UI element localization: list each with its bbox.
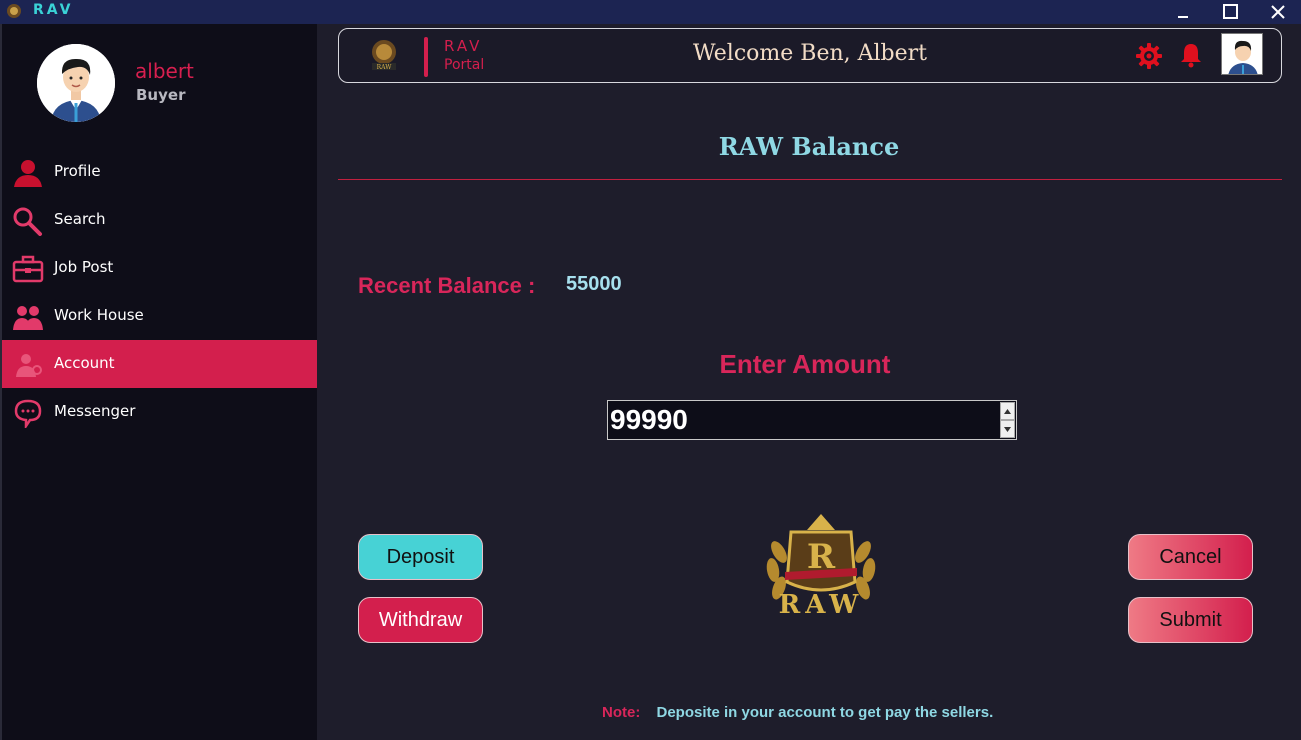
close-button[interactable] xyxy=(1255,0,1301,24)
header-bar: RAW RAV Portal Welcome Ben, Albert xyxy=(338,28,1282,83)
sidebar-item-label: Messenger xyxy=(54,402,136,420)
group-icon xyxy=(13,306,43,330)
app-logo-icon xyxy=(7,4,21,18)
chevron-down-icon xyxy=(1004,426,1011,432)
sidebar: albert Buyer Profile Search Job Post Wor… xyxy=(0,24,317,740)
note-label: Note: xyxy=(602,704,641,721)
minimize-icon xyxy=(1178,16,1188,18)
note-text: Deposite in your account to get pay the … xyxy=(656,704,994,721)
header-avatar[interactable] xyxy=(1221,33,1263,75)
user-name: albert xyxy=(135,59,194,83)
sidebar-item-label: Account xyxy=(54,354,115,372)
deposit-button[interactable]: Deposit xyxy=(358,534,483,580)
sidebar-item-messenger[interactable]: Messenger xyxy=(2,388,317,436)
main-content: RAW RAV Portal Welcome Ben, Albert RAW B… xyxy=(317,24,1301,740)
sidebar-item-profile[interactable]: Profile xyxy=(2,148,317,196)
chevron-up-icon xyxy=(1004,408,1011,414)
enter-amount-label: Enter Amount xyxy=(719,349,891,379)
close-icon xyxy=(1271,5,1285,19)
sidebar-nav: Profile Search Job Post Work House Accou… xyxy=(2,148,317,436)
window-title: RAV xyxy=(33,2,74,18)
person-icon xyxy=(14,160,42,187)
cancel-button[interactable]: Cancel xyxy=(1128,534,1253,580)
amount-stepper xyxy=(607,400,1017,440)
account-icon xyxy=(16,354,42,377)
user-avatar-icon xyxy=(37,44,115,122)
bell-icon[interactable] xyxy=(1179,42,1203,68)
chat-icon xyxy=(14,399,42,428)
window-titlebar: RAV xyxy=(0,0,1301,24)
gear-icon[interactable] xyxy=(1135,42,1163,70)
emblem-text: RAW xyxy=(778,590,864,620)
briefcase-icon xyxy=(12,255,44,283)
maximize-button[interactable] xyxy=(1208,0,1254,24)
maximize-icon xyxy=(1223,4,1238,19)
note: Note: Deposite in your account to get pa… xyxy=(602,704,993,721)
user-avatar[interactable] xyxy=(37,44,115,122)
submit-button[interactable]: Submit xyxy=(1128,597,1253,643)
search-icon xyxy=(13,207,42,236)
sidebar-item-label: Job Post xyxy=(54,258,114,276)
sidebar-item-label: Work House xyxy=(54,306,144,324)
minimize-button[interactable] xyxy=(1160,0,1206,24)
amount-input[interactable] xyxy=(610,403,998,437)
sidebar-item-work-house[interactable]: Work House xyxy=(2,292,317,340)
user-role: Buyer xyxy=(136,86,186,104)
title-divider xyxy=(338,179,1282,180)
amount-decrement-button[interactable] xyxy=(1000,420,1015,438)
sidebar-item-account[interactable]: Account xyxy=(2,340,317,388)
withdraw-button[interactable]: Withdraw xyxy=(358,597,483,643)
avatar-icon xyxy=(1228,40,1258,74)
sidebar-item-search[interactable]: Search xyxy=(2,196,317,244)
page-title: RAW Balance xyxy=(718,132,900,161)
recent-balance-value: 55000 xyxy=(566,273,622,295)
sidebar-item-job-post[interactable]: Job Post xyxy=(2,244,317,292)
recent-balance-label: Recent Balance : xyxy=(358,273,536,298)
sidebar-item-label: Search xyxy=(54,210,106,228)
amount-increment-button[interactable] xyxy=(1000,402,1015,420)
sidebar-item-label: Profile xyxy=(54,162,101,180)
